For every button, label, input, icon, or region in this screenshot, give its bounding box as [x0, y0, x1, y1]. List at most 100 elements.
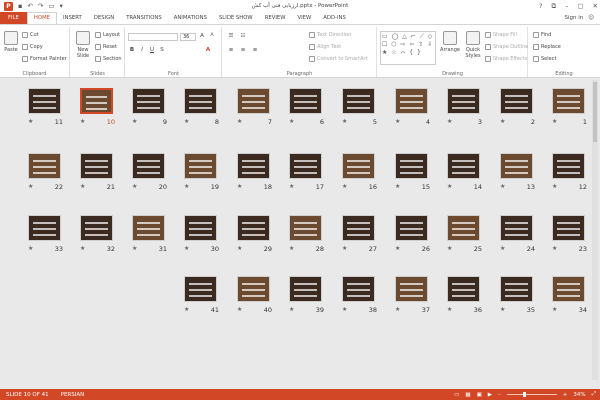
slide-thumbnail[interactable] [342, 276, 375, 302]
slide-thumbnail[interactable] [80, 88, 113, 114]
slideshow-view-icon[interactable]: ▶ [488, 392, 492, 398]
slide-transition-star-icon[interactable]: ★ [342, 183, 347, 190]
tab-slide-show[interactable]: SLIDE SHOW [213, 12, 259, 24]
paste-button[interactable]: Paste [2, 31, 20, 53]
zoom-out-button[interactable]: – [498, 392, 501, 398]
slide-transition-star-icon[interactable]: ★ [28, 118, 33, 125]
shapes-gallery[interactable]: ▭ ◯ △ ⌐ ⟋ ◇ ☐ ⬡ ⇨ ⇦ ⇧ ⇩ ★ ☆ ⌒ { } [380, 31, 436, 65]
shadow-button[interactable]: S [158, 47, 166, 53]
scrollbar-thumb[interactable] [593, 82, 597, 142]
align-text-button[interactable]: Align Text [309, 44, 341, 50]
tab-add-ins[interactable]: ADD-INS [317, 12, 352, 24]
layout-button[interactable]: Layout [95, 32, 120, 38]
slide-thumbnail[interactable] [552, 88, 585, 114]
slide-transition-star-icon[interactable]: ★ [447, 306, 452, 313]
slide-transition-star-icon[interactable]: ★ [289, 118, 294, 125]
redo-icon[interactable]: ↷ [38, 2, 43, 10]
slide-transition-star-icon[interactable]: ★ [184, 306, 189, 313]
tab-file[interactable]: FILE [0, 12, 27, 24]
tab-design[interactable]: DESIGN [88, 12, 120, 24]
slide-transition-star-icon[interactable]: ★ [80, 118, 85, 125]
slide-transition-star-icon[interactable]: ★ [500, 183, 505, 190]
italic-button[interactable]: I [138, 47, 146, 53]
shrink-font-button[interactable]: A [208, 33, 216, 38]
ribbon-display-icon[interactable]: ⧉ [551, 0, 556, 12]
convert-smartart-button[interactable]: Convert to SmartArt [309, 56, 368, 62]
tab-animations[interactable]: ANIMATIONS [168, 12, 213, 24]
close-icon[interactable]: ✕ [593, 0, 598, 12]
slide-thumbnail[interactable] [184, 215, 217, 241]
vertical-scrollbar[interactable] [592, 80, 598, 380]
slide-thumbnail[interactable] [447, 276, 480, 302]
zoom-in-button[interactable]: + [563, 392, 568, 398]
copy-button[interactable]: Copy [22, 44, 43, 50]
slide-transition-star-icon[interactable]: ★ [289, 245, 294, 252]
bullets-button[interactable]: ☰ [227, 33, 235, 39]
slide-thumbnail[interactable] [237, 276, 270, 302]
tab-home[interactable]: HOME [26, 12, 57, 24]
slide-thumbnail[interactable] [552, 276, 585, 302]
section-button[interactable]: Section [95, 56, 122, 62]
font-name-combo[interactable] [128, 33, 178, 41]
slide-transition-star-icon[interactable]: ★ [395, 118, 400, 125]
reading-view-icon[interactable]: ▣ [477, 392, 482, 398]
reset-button[interactable]: Reset [95, 44, 117, 50]
slide-transition-star-icon[interactable]: ★ [552, 183, 557, 190]
slide-transition-star-icon[interactable]: ★ [184, 183, 189, 190]
slide-thumbnail[interactable] [289, 153, 322, 179]
slide-thumbnail[interactable] [552, 215, 585, 241]
align-left-button[interactable]: ≡ [227, 47, 235, 53]
slide-thumbnail[interactable] [342, 215, 375, 241]
underline-button[interactable]: U [148, 47, 156, 53]
cut-button[interactable]: Cut [22, 32, 39, 38]
minimize-icon[interactable]: – [565, 0, 568, 12]
slide-thumbnail[interactable] [132, 153, 165, 179]
smiley-icon[interactable]: ☺ [588, 12, 594, 24]
slide-transition-star-icon[interactable]: ★ [132, 245, 137, 252]
maximize-icon[interactable]: ▢ [577, 0, 583, 12]
slide-transition-star-icon[interactable]: ★ [395, 306, 400, 313]
zoom-level[interactable]: 34% [573, 392, 585, 398]
slide-thumbnail[interactable] [132, 88, 165, 114]
slide-transition-star-icon[interactable]: ★ [80, 183, 85, 190]
slide-thumbnail[interactable] [28, 88, 61, 114]
arrange-button[interactable]: Arrange [439, 31, 461, 53]
zoom-slider-knob[interactable] [522, 392, 526, 397]
slide-transition-star-icon[interactable]: ★ [447, 183, 452, 190]
sign-in[interactable]: Sign in ☺ [565, 12, 595, 24]
align-right-button[interactable]: ≡ [251, 47, 259, 53]
slide-transition-star-icon[interactable]: ★ [552, 245, 557, 252]
slide-sorter[interactable]: ★ 1 ★ 2 ★ 3 ★ 4 ★ 5 ★ 6 ★ 7 ★ 8 ★ 9 ★ 10 ★ 11 ★ 12 ★ 13 ★ 14 ★ 15 ★ 16 ★… [0, 78, 600, 389]
slide-thumbnail[interactable] [447, 153, 480, 179]
find-button[interactable]: Find [533, 32, 551, 38]
numbering-button[interactable]: ☷ [239, 33, 247, 39]
slide-transition-star-icon[interactable]: ★ [289, 306, 294, 313]
slide-thumbnail[interactable] [395, 215, 428, 241]
customize-qat-icon[interactable]: ▾ [59, 2, 62, 10]
slide-thumbnail[interactable] [237, 215, 270, 241]
slide-transition-star-icon[interactable]: ★ [342, 306, 347, 313]
slide-thumbnail[interactable] [500, 88, 533, 114]
slide-transition-star-icon[interactable]: ★ [395, 245, 400, 252]
align-center-button[interactable]: ≡ [239, 47, 247, 53]
slide-transition-star-icon[interactable]: ★ [342, 118, 347, 125]
slide-sorter-view-icon[interactable]: ▦ [465, 392, 470, 398]
slide-transition-star-icon[interactable]: ★ [342, 245, 347, 252]
slide-transition-star-icon[interactable]: ★ [395, 183, 400, 190]
quick-styles-button[interactable]: Quick Styles [463, 31, 483, 59]
slide-thumbnail[interactable] [289, 276, 322, 302]
slide-thumbnail[interactable] [447, 88, 480, 114]
font-size-combo[interactable]: 36 [180, 33, 196, 41]
slide-thumbnail[interactable] [184, 88, 217, 114]
slide-thumbnail[interactable] [342, 88, 375, 114]
font-color-button[interactable]: A [204, 47, 212, 53]
replace-button[interactable]: Replace [533, 44, 561, 50]
new-slide-button[interactable]: New Slide [73, 31, 93, 59]
slide-transition-star-icon[interactable]: ★ [447, 245, 452, 252]
slide-thumbnail[interactable] [447, 215, 480, 241]
slide-thumbnail[interactable] [395, 153, 428, 179]
slide-thumbnail[interactable] [80, 215, 113, 241]
slide-transition-star-icon[interactable]: ★ [28, 245, 33, 252]
tab-insert[interactable]: INSERT [57, 12, 88, 24]
slide-thumbnail[interactable] [237, 88, 270, 114]
